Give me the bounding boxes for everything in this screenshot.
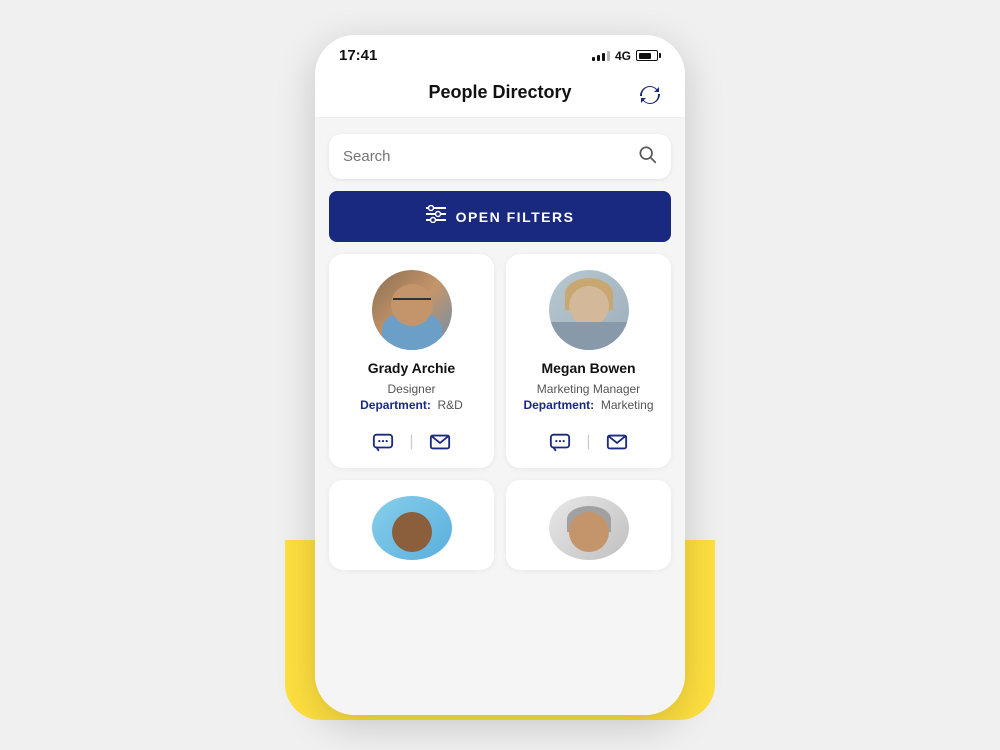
person-card-partial-3 [329,480,494,570]
person-role-grady: Designer [387,382,435,396]
filter-button-label: OPEN FILTERS [456,209,575,225]
divider-megan: | [586,433,590,451]
status-bar: 17:41 4G [315,35,685,72]
avatar-grady [372,270,452,350]
main-content: OPEN FILTERS Grady Archie Designer Depar… [315,118,685,715]
avatar-person4 [549,496,629,560]
status-icons: 4G [592,49,661,63]
person-card-grady: Grady Archie Designer Department: R&D [329,254,494,468]
search-icon [637,144,657,169]
email-button-megan[interactable] [601,428,633,456]
app-header: People Directory [315,72,685,118]
phone-frame: 17:41 4G People Directory [315,35,685,715]
person-name-grady: Grady Archie [368,360,455,376]
signal-icon [592,51,610,61]
person-cards-partial [329,480,671,570]
refresh-button[interactable] [633,78,667,112]
person-role-megan: Marketing Manager [537,382,640,396]
divider-grady: | [409,433,413,451]
filter-icon [426,205,446,228]
status-time: 17:41 [339,47,377,64]
chat-button-grady[interactable] [367,428,399,456]
search-input[interactable] [343,148,629,165]
person-card-megan: Megan Bowen Marketing Manager Department… [506,254,671,468]
page-title: People Directory [428,82,571,103]
battery-icon [636,50,661,61]
person-dept-megan: Department: Marketing [523,398,653,412]
avatar-megan [549,270,629,350]
card-actions-grady: | [367,428,455,456]
network-label: 4G [615,49,631,63]
email-button-grady[interactable] [424,428,456,456]
card-actions-megan: | [544,428,632,456]
person-dept-grady: Department: R&D [360,398,463,412]
avatar-person3 [372,496,452,560]
search-bar[interactable] [329,134,671,179]
person-name-megan: Megan Bowen [541,360,635,376]
person-card-partial-4 [506,480,671,570]
chat-button-megan[interactable] [544,428,576,456]
open-filters-button[interactable]: OPEN FILTERS [329,191,671,242]
refresh-icon [638,83,662,107]
person-cards-grid: Grady Archie Designer Department: R&D [329,254,671,468]
